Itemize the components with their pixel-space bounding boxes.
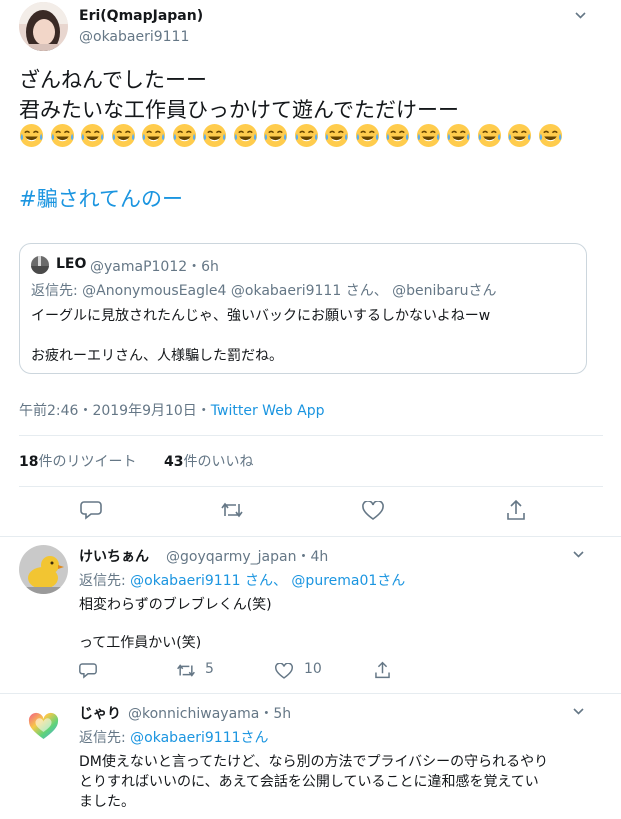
reply-2-more-chevron-icon[interactable] xyxy=(573,708,584,717)
quoted-reply-to-names: @AnonymousEagle4 @okabaeri9111 さん、 @beni… xyxy=(82,283,497,299)
reply-2-display-name[interactable]: じゃり xyxy=(79,703,121,723)
quoted-text-line-1: イーグルに見放されたんじゃ、強いバックにお願いするしかないよねーw xyxy=(31,308,491,324)
divider xyxy=(19,435,603,436)
hashtag-link[interactable]: #騙されてんのー xyxy=(19,183,183,213)
divider xyxy=(19,486,603,487)
face-with-tears-of-joy-emoji-icon xyxy=(446,123,471,148)
reply-2-avatar[interactable] xyxy=(19,702,68,751)
reply-2-text-line-1: DM使えないと言ってたけど、なら別の方法でプライバシーの守られるやり xyxy=(79,754,549,770)
reply-1-reply-to-names[interactable]: @okabaeri9111 さん、 @purema01さん xyxy=(130,573,405,589)
reply-2-text-line-2: とりすればいいのに、あえて会話を公開していることに違和感を覚えてい xyxy=(79,774,539,790)
face-with-tears-of-joy-emoji-icon xyxy=(385,123,410,148)
author-handle[interactable]: @okabaeri9111 xyxy=(79,29,189,45)
quoted-reply-to-prefix: 返信先: xyxy=(31,283,83,299)
retweet-count-link[interactable]: 18件のリツイート xyxy=(19,451,136,471)
face-with-tears-of-joy-emoji-icon xyxy=(294,123,319,148)
tweet-timestamp: 午前2:46・2019年9月10日・Twitter Web App xyxy=(19,400,325,420)
reply-1-reply-icon[interactable] xyxy=(79,662,97,679)
face-with-tears-of-joy-emoji-icon xyxy=(233,123,258,148)
like-count: 43 xyxy=(164,454,184,470)
reply-1-like-count: 10 xyxy=(304,661,322,677)
like-label: 件のいいね xyxy=(183,454,254,470)
share-icon[interactable] xyxy=(506,499,526,521)
face-with-tears-of-joy-emoji-icon xyxy=(355,123,380,148)
author-avatar[interactable] xyxy=(19,2,68,51)
retweet-icon[interactable] xyxy=(220,501,244,519)
timestamp-text[interactable]: 午前2:46・2019年9月10日・ xyxy=(19,403,211,419)
reply-2-reply-to: 返信先: @okabaeri9111さん xyxy=(79,727,269,747)
reply-2-text-line-3: ました。 xyxy=(79,794,135,810)
face-with-tears-of-joy-emoji-icon xyxy=(50,123,75,148)
reply-1-reply-to-prefix: 返信先: xyxy=(79,573,131,589)
face-with-tears-of-joy-emoji-icon xyxy=(111,123,136,148)
like-icon[interactable] xyxy=(362,501,384,520)
retweet-count: 18 xyxy=(19,454,39,470)
face-with-tears-of-joy-emoji-icon xyxy=(141,123,166,148)
reply-1-retweet-count: 5 xyxy=(205,661,214,677)
face-with-tears-of-joy-emoji-icon xyxy=(80,123,105,148)
divider xyxy=(0,536,621,537)
reply-1-text-line-2: って工作員かい(笑) xyxy=(79,635,202,651)
face-with-tears-of-joy-emoji-icon xyxy=(416,123,441,148)
reply-1-text-line-1: 相変わらずのブレブレくん(笑) xyxy=(79,597,272,613)
face-with-tears-of-joy-emoji-icon xyxy=(538,123,563,148)
reply-1-display-name[interactable]: けいちぁん xyxy=(79,546,149,566)
reply-1-reply-to: 返信先: @okabaeri9111 さん、 @purema01さん xyxy=(79,570,405,590)
author-display-name[interactable]: Eri(QmapJapan) xyxy=(79,8,203,24)
face-with-tears-of-joy-emoji-icon xyxy=(263,123,288,148)
quoted-text-line-2: お疲れーエリさん、人様騙した罰だね。 xyxy=(31,348,283,364)
reply-icon[interactable] xyxy=(80,500,102,520)
face-with-tears-of-joy-emoji-icon xyxy=(19,123,44,148)
reply-2-handle-time[interactable]: @konnichiwayama・5h xyxy=(128,703,291,723)
reply-2-reply-to-prefix: 返信先: xyxy=(79,730,131,746)
more-options-chevron-icon[interactable] xyxy=(575,12,586,21)
face-with-tears-of-joy-emoji-icon xyxy=(507,123,532,148)
reply-1-like-icon[interactable] xyxy=(275,663,293,679)
reply-1-more-chevron-icon[interactable] xyxy=(573,551,584,560)
reply-1-retweet-icon[interactable] xyxy=(176,663,196,678)
quoted-reply-to: 返信先: @AnonymousEagle4 @okabaeri9111 さん、 … xyxy=(31,280,497,300)
reply-1-avatar[interactable] xyxy=(19,545,68,594)
face-with-tears-of-joy-emoji-icon xyxy=(324,123,349,148)
tweet-text-line-2: 君みたいな工作員ひっかけて遊んでただけーー xyxy=(19,98,459,122)
like-count-link[interactable]: 43件のいいね xyxy=(164,451,253,471)
divider xyxy=(0,693,621,694)
emoji-row xyxy=(19,123,568,151)
tweet-text-line-1: ざんねんでしたーー xyxy=(19,68,207,92)
face-with-tears-of-joy-emoji-icon xyxy=(477,123,502,148)
quoted-display-name: LEO xyxy=(56,256,87,272)
face-with-tears-of-joy-emoji-icon xyxy=(202,123,227,148)
source-link[interactable]: Twitter Web App xyxy=(211,403,325,419)
quoted-handle-time: @yamaP1012・6h xyxy=(90,259,219,275)
quoted-author-avatar xyxy=(31,256,49,274)
reply-2-reply-to-names[interactable]: @okabaeri9111さん xyxy=(130,730,268,746)
face-with-tears-of-joy-emoji-icon xyxy=(172,123,197,148)
reply-1-handle-time[interactable]: @goyqarmy_japan・4h xyxy=(166,546,328,566)
retweet-label: 件のリツイート xyxy=(38,454,137,470)
reply-1-share-icon[interactable] xyxy=(374,661,391,679)
